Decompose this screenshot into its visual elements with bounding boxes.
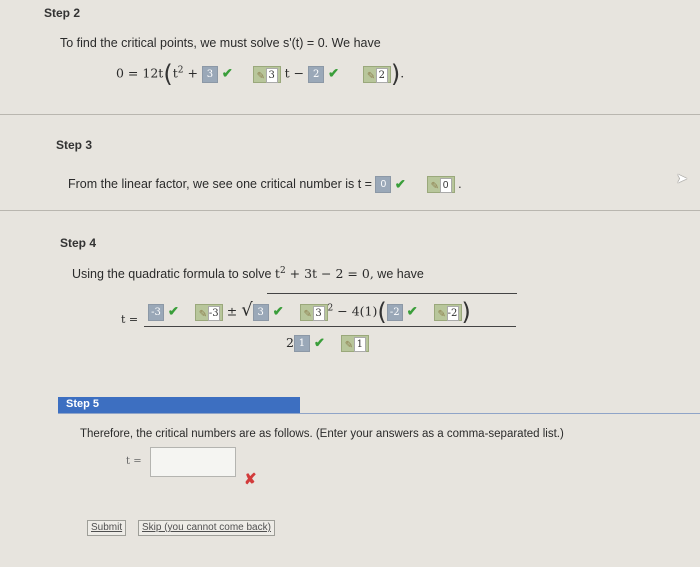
check-icon: ✔ (221, 66, 233, 82)
answer-field-3[interactable]: 0 (375, 176, 392, 193)
check-icon: ✔ (313, 336, 325, 351)
answer-key-7[interactable]: ✎ 1 (340, 335, 369, 352)
divider (0, 210, 700, 211)
step5-header: Step 5 (58, 397, 300, 413)
step3-line: From the linear factor, we see one criti… (68, 176, 462, 193)
step4-line: Using the quadratic formula to solve t2 … (72, 266, 424, 281)
denom-2: 2 (286, 335, 294, 350)
divider (0, 114, 700, 115)
plus-sign: + (187, 65, 198, 81)
key-icon: ✎ (366, 70, 376, 82)
period: . (400, 65, 405, 81)
skip-button[interactable]: Skip (you cannot come back) (138, 520, 275, 536)
step5-text: Therefore, the critical numbers are as f… (80, 428, 564, 440)
answer-key-3[interactable]: ✎ 0 (426, 176, 455, 193)
close-paren: ) (461, 298, 471, 326)
t-equals: t = (121, 313, 139, 326)
step2-title: Step 2 (44, 6, 81, 20)
check-icon: ✔ (272, 304, 284, 320)
step4-equation: t2 + 3t − 2 = 0, (274, 266, 374, 282)
check-icon: ✔ (167, 304, 179, 320)
step4-text-b: we have (377, 267, 424, 282)
open-paren: ( (163, 60, 173, 88)
answer-key-6[interactable]: ✎ -2 (433, 303, 462, 321)
answer-key-2[interactable]: ✎ 2 (362, 65, 391, 83)
answer-field-6[interactable]: -2 (386, 303, 403, 321)
numerator: -3 ✔ ✎ -3 ± √ 3 ✔ ✎ 3 2 − 4(1)(-2 ✔ ✎ -2) (148, 298, 471, 326)
minus-4ac: − 4(1) (337, 303, 378, 319)
answer-key-4[interactable]: ✎ -3 (194, 303, 223, 321)
sqrt-bar (267, 293, 517, 294)
key-icon: ✎ (198, 308, 208, 320)
step3-period: . (458, 176, 462, 191)
fraction-line (144, 326, 516, 327)
cursor-icon: ➤ (676, 170, 688, 186)
key-icon: ✎ (437, 308, 446, 320)
step4-title: Step 4 (60, 236, 97, 250)
open-paren: ( (377, 298, 387, 326)
t-label: t = (126, 456, 142, 467)
answer-field-1[interactable]: 3 (201, 65, 218, 83)
step5-title: Step 5 (66, 398, 100, 410)
key-icon: ✎ (344, 340, 354, 351)
answer-field-4[interactable]: -3 (148, 303, 164, 321)
eq-prefix: 0 = 12t (116, 65, 164, 81)
denominator: 21 ✔ ✎ 1 (286, 335, 369, 352)
step3-title: Step 3 (56, 138, 93, 152)
plus-minus: ± (226, 303, 238, 319)
answer-field-7[interactable]: 1 (293, 335, 310, 352)
step4-text-a: Using the quadratic formula to solve (72, 267, 272, 282)
key-icon: ✎ (256, 70, 266, 82)
key-icon: ✎ (303, 308, 312, 320)
step3-text: From the linear factor, we see one criti… (68, 176, 372, 191)
step2-equation: 0 = 12t(t2 + 3 ✔ ✎ 3 t − 2 ✔ ✎ 2). (116, 60, 404, 88)
answer-field-2[interactable]: 2 (308, 65, 325, 83)
exponent: 2 (177, 65, 184, 76)
t-minus: t − (284, 65, 305, 81)
step5-underline (58, 413, 700, 414)
answer-key-1[interactable]: ✎ 3 (252, 65, 281, 83)
sqrt-sign: √ (241, 299, 253, 321)
check-icon: ✔ (394, 176, 406, 192)
check-icon: ✔ (328, 66, 340, 82)
exponent: 2 (327, 303, 334, 314)
answer-input[interactable] (150, 447, 236, 477)
check-icon: ✔ (406, 304, 418, 320)
cross-icon: ✘ (244, 471, 257, 488)
close-paren: ) (390, 60, 401, 88)
step2-intro: To find the critical points, we must sol… (60, 36, 381, 50)
answer-field-5[interactable]: 3 (252, 303, 269, 321)
key-icon: ✎ (430, 181, 440, 192)
answer-key-5[interactable]: ✎ 3 (299, 303, 328, 321)
submit-button[interactable]: Submit (87, 520, 127, 536)
